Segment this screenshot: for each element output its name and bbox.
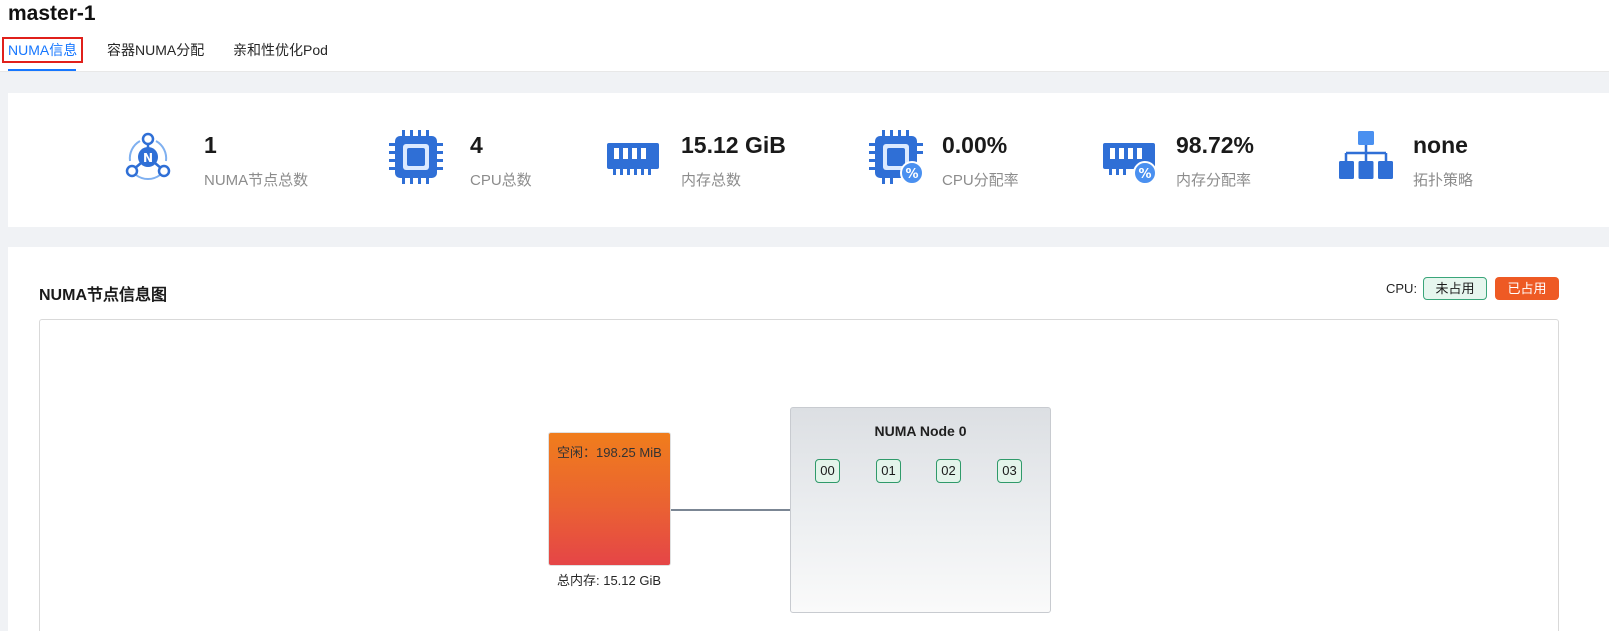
cpu-core[interactable]: 00 (815, 459, 840, 483)
active-tab-indicator (8, 69, 76, 71)
tab-affinity-pod[interactable]: 亲和性优化Pod (233, 36, 328, 72)
stat-label: 拓扑策略 (1413, 172, 1474, 189)
tab-numa-info-label: NUMA信息 (2, 37, 84, 63)
cpu-core[interactable]: 02 (936, 459, 961, 483)
memory-total-label: 总内存: 15.12 GiB (557, 573, 662, 588)
svg-text:N: N (143, 151, 153, 165)
numa-node-title: NUMA Node 0 (874, 423, 967, 439)
stat-value: none (1413, 132, 1468, 158)
memory-free-label: 空闲：198.25 MiB (557, 445, 662, 460)
tab-affinity-pod-label: 亲和性优化Pod (233, 42, 328, 58)
numa-panel-title: NUMA节点信息图 (39, 287, 167, 304)
numa-node-box[interactable]: NUMA Node 0 00 01 02 03 (790, 407, 1051, 613)
topology-icon (1339, 131, 1393, 179)
legend-free-badge: 未占用 (1423, 277, 1487, 300)
tab-container-numa-label: 容器NUMA分配 (107, 42, 205, 58)
stat-value: 15.12 GiB (681, 132, 786, 158)
memory-percent-icon: % (1103, 143, 1157, 185)
legend-label: CPU: (1386, 281, 1418, 296)
memory-icon (607, 143, 659, 175)
memory-block[interactable]: 空闲：198.25 MiB (548, 432, 671, 566)
stat-value: 0.00% (942, 132, 1008, 158)
numa-diagram: 空闲：198.25 MiB 总内存: 15.12 GiB NUMA Node 0… (39, 319, 1559, 631)
stat-label: NUMA节点总数 (204, 172, 309, 189)
cpu-core[interactable]: 01 (876, 459, 901, 483)
page-header: master-1 NUMA信息 容器NUMA分配 亲和性优化Pod (0, 0, 1609, 72)
numa-node-icon: N (125, 132, 171, 180)
stat-value: 4 (470, 132, 483, 158)
stats-card: N 1 NUMA节点总数 4 CPU总数 15.12 GiB 内存总数 % 0.… (8, 93, 1609, 227)
stat-label: 内存分配率 (1176, 172, 1252, 189)
stat-label: 内存总数 (681, 172, 742, 189)
cpu-chip-icon (389, 130, 443, 184)
svg-text:%: % (1138, 167, 1151, 182)
stat-value: 98.72% (1176, 132, 1255, 158)
cpu-core[interactable]: 03 (997, 459, 1022, 483)
tab-container-numa[interactable]: 容器NUMA分配 (107, 36, 204, 72)
legend-used-badge: 已占用 (1495, 277, 1559, 300)
cpu-percent-icon: % (869, 130, 924, 185)
numa-info-panel: NUMA节点信息图 CPU: 未占用 已占用 空闲：198.25 MiB 总内存… (8, 247, 1609, 631)
page-title: master-1 (8, 2, 96, 25)
stat-label: CPU总数 (470, 172, 532, 189)
stat-value: 1 (204, 132, 217, 158)
memory-node-connector (671, 509, 791, 511)
stat-label: CPU分配率 (942, 172, 1019, 189)
svg-text:%: % (905, 167, 918, 182)
tab-numa-info[interactable]: NUMA信息 (2, 36, 84, 72)
